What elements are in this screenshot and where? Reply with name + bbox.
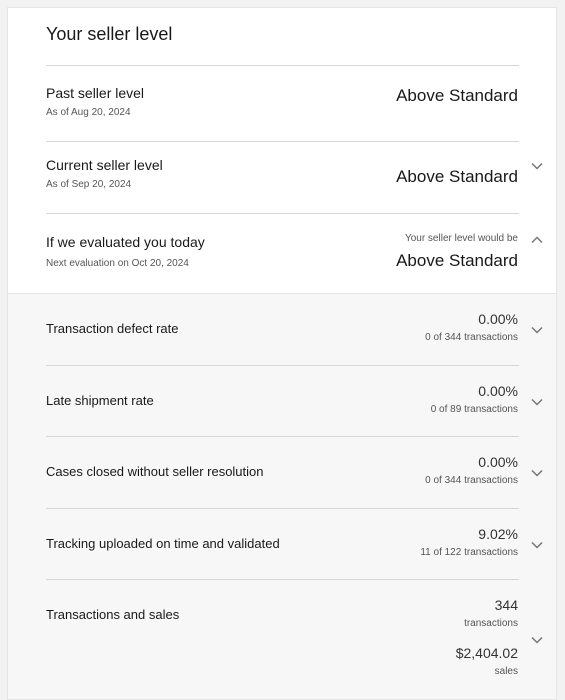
divider	[46, 508, 519, 509]
today-seller-level-value: Above Standard	[396, 251, 518, 270]
chevron-up-icon[interactable]	[531, 236, 543, 244]
metric-value: 0.00%	[478, 383, 518, 399]
metric-detail: 0 of 344 transactions	[425, 475, 518, 486]
next-evaluation-date: Next evaluation on Oct 20, 2024	[46, 258, 189, 269]
page-title: Your seller level	[46, 24, 173, 44]
divider	[46, 65, 519, 66]
metric-label: Transaction defect rate	[46, 321, 179, 336]
metric-label: Tracking uploaded on time and validated	[46, 536, 280, 551]
chevron-down-icon[interactable]	[531, 326, 543, 334]
transactions-count: 344	[494, 597, 518, 613]
metric-value: 0.00%	[478, 454, 518, 470]
current-seller-level-label: Current seller level	[46, 157, 163, 173]
current-seller-level-value: Above Standard	[396, 167, 518, 186]
chevron-down-icon[interactable]	[531, 636, 543, 644]
metrics-section	[8, 293, 556, 699]
past-seller-level-label: Past seller level	[46, 85, 145, 101]
sales-amount: $2,404.02	[455, 645, 518, 661]
metric-detail: 0 of 89 transactions	[430, 404, 518, 415]
past-seller-level-value: Above Standard	[396, 86, 518, 105]
divider	[46, 365, 519, 366]
chevron-down-icon[interactable]	[531, 469, 543, 477]
transactions-and-sales-label: Transactions and sales	[46, 607, 180, 622]
metric-detail: 0 of 344 transactions	[425, 332, 518, 343]
metric-value: 9.02%	[478, 526, 518, 542]
transactions-unit: transactions	[464, 618, 518, 629]
seller-level-card: Your seller level Past seller level As o…	[7, 7, 557, 700]
divider	[46, 141, 519, 142]
today-evaluation-label: If we evaluated you today	[46, 234, 205, 250]
chevron-down-icon[interactable]	[531, 398, 543, 406]
metric-value: 0.00%	[478, 311, 518, 327]
divider	[46, 579, 519, 580]
current-seller-level-date: As of Sep 20, 2024	[46, 179, 132, 190]
chevron-down-icon[interactable]	[531, 541, 543, 549]
divider	[46, 213, 519, 214]
sales-unit: sales	[494, 666, 518, 677]
metric-label: Cases closed without seller resolution	[46, 464, 264, 479]
past-seller-level-date: As of Aug 20, 2024	[46, 107, 131, 118]
metric-detail: 11 of 122 transactions	[420, 547, 518, 558]
metric-label: Late shipment rate	[46, 393, 154, 408]
divider	[46, 436, 519, 437]
today-seller-level-prefix: Your seller level would be	[404, 233, 518, 244]
chevron-down-icon[interactable]	[531, 162, 543, 170]
